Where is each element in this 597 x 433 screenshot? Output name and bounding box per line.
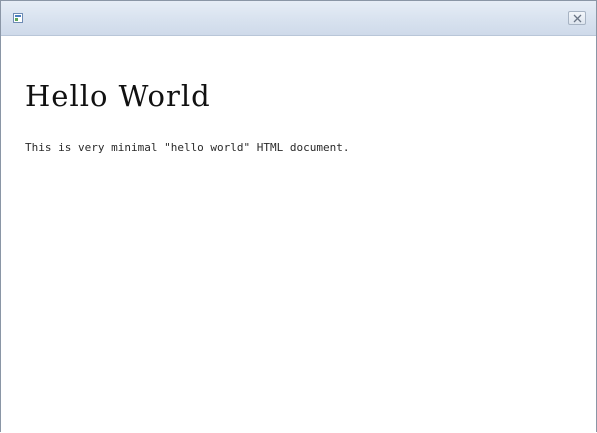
document-body: Hello World This is very minimal "hello …	[1, 37, 596, 433]
browser-window: Hello World This is very minimal "hello …	[0, 0, 597, 433]
close-icon	[573, 14, 582, 23]
app-icon	[13, 13, 23, 23]
close-button[interactable]	[568, 11, 586, 25]
page-heading: Hello World	[25, 79, 211, 113]
title-bar[interactable]	[1, 1, 596, 36]
page-paragraph: This is very minimal "hello world" HTML …	[25, 141, 350, 154]
